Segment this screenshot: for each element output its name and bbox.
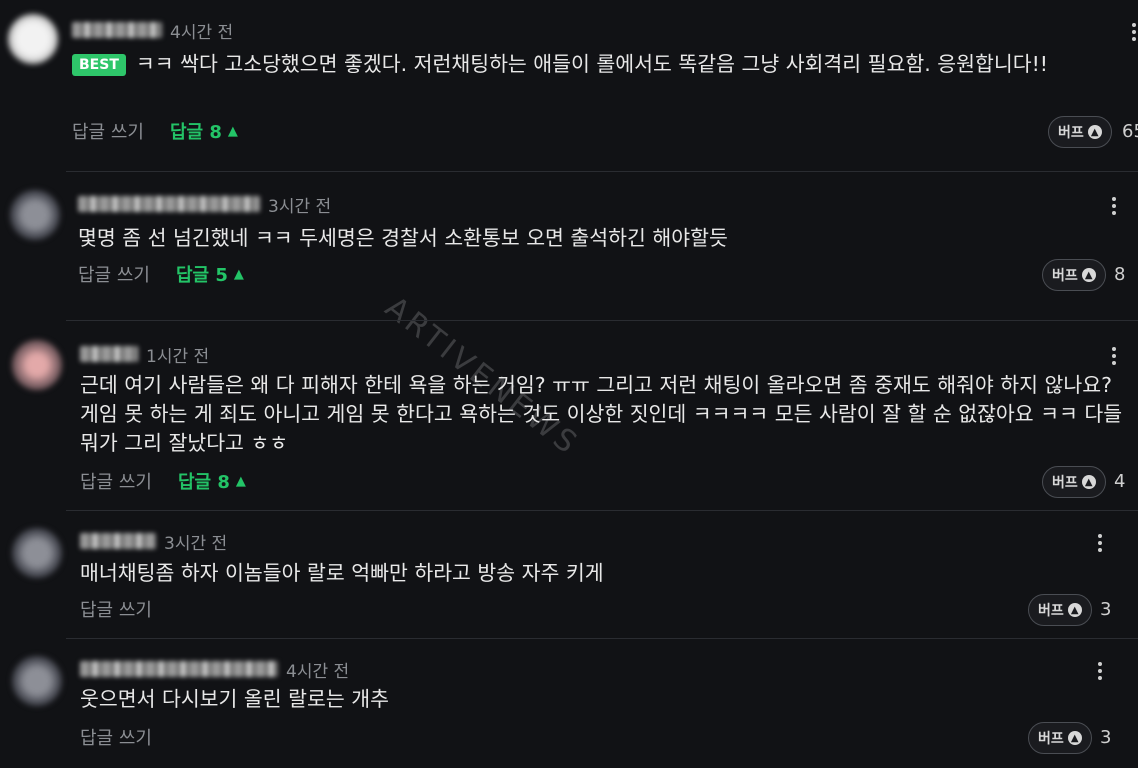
buff-count: 65 (1122, 121, 1138, 142)
comment-actions: 답글 쓰기 답글 8 ▲ (72, 117, 238, 145)
avatar (12, 656, 62, 706)
buff-button[interactable]: 버프 ▲ (1042, 259, 1106, 291)
reply-count-button[interactable]: 답글 8 ▲ (178, 468, 246, 494)
comment-actions: 답글 쓰기 (80, 595, 152, 623)
username[interactable] (80, 346, 138, 362)
buff-count: 3 (1100, 599, 1112, 620)
username[interactable] (80, 533, 156, 549)
avatar (12, 528, 62, 578)
reply-write-button[interactable]: 답글 쓰기 (80, 596, 152, 622)
reply-count-button[interactable]: 답글 8 ▲ (170, 118, 238, 144)
comment-body: BEST ㅋㅋ 싹다 고소당했으면 좋겠다. 저런채팅하는 애들이 롤에서도 똑같… (72, 50, 1138, 79)
buff-button[interactable]: 버프 ▲ (1042, 466, 1106, 498)
comment-meta: 1시간 전 (80, 342, 210, 367)
more-options-icon[interactable] (1104, 344, 1124, 368)
more-options-icon[interactable] (1090, 531, 1110, 555)
comment-actions: 답글 쓰기 답글 5 ▲ (78, 260, 244, 288)
divider (66, 510, 1138, 511)
buff-button[interactable]: 버프 ▲ (1028, 722, 1092, 754)
username[interactable] (72, 22, 162, 38)
comment-meta: 3시간 전 (78, 192, 332, 217)
chevron-up-icon: ▲ (233, 266, 244, 282)
comment-actions: 답글 쓰기 답글 8 ▲ (80, 467, 246, 495)
username[interactable] (80, 661, 278, 677)
buff-button[interactable]: 버프 ▲ (1028, 594, 1092, 626)
comment-text: ㅋㅋ 싹다 고소당했으면 좋겠다. 저런채팅하는 애들이 롤에서도 똑같음 그냥… (135, 52, 1049, 76)
best-badge: BEST (72, 54, 126, 76)
reply-count-button[interactable]: 답글 5 ▲ (176, 261, 244, 287)
reply-write-button[interactable]: 답글 쓰기 (78, 261, 150, 287)
timestamp: 3시간 전 (268, 196, 332, 217)
buff-count: 3 (1100, 727, 1112, 748)
more-options-icon[interactable] (1090, 659, 1110, 683)
chevron-up-icon: ▲ (227, 123, 238, 139)
divider (66, 320, 1138, 321)
arrow-up-icon: ▲ (1067, 731, 1082, 745)
arrow-up-icon: ▲ (1087, 125, 1102, 139)
avatar (8, 14, 58, 64)
timestamp: 4시간 전 (170, 22, 234, 43)
chevron-up-icon: ▲ (235, 473, 246, 489)
comment-meta: 4시간 전 (80, 657, 350, 682)
timestamp: 3시간 전 (164, 533, 228, 554)
buff-count: 4 (1114, 471, 1126, 492)
comment-text: 근데 여기 사람들은 왜 다 피해자 한테 욕을 하는 거임? ㅠㅠ 그리고 저… (80, 373, 1129, 455)
divider (66, 638, 1138, 639)
reply-write-button[interactable]: 답글 쓰기 (72, 118, 144, 144)
more-options-icon[interactable] (1124, 20, 1138, 44)
comment-text: 웃으면서 다시보기 올린 랄로는 개추 (80, 687, 389, 711)
buff-button[interactable]: 버프 ▲ (1048, 116, 1112, 148)
timestamp: 4시간 전 (286, 661, 350, 682)
comment-meta: 4시간 전 (72, 18, 234, 43)
divider (66, 171, 1138, 172)
arrow-up-icon: ▲ (1081, 268, 1096, 282)
avatar (12, 340, 62, 390)
reply-write-button[interactable]: 답글 쓰기 (80, 724, 152, 750)
buff-count: 8 (1114, 264, 1126, 285)
username[interactable] (78, 196, 260, 212)
reply-write-button[interactable]: 답글 쓰기 (80, 468, 152, 494)
more-options-icon[interactable] (1104, 194, 1124, 218)
comment-text: 몇명 좀 선 넘긴했네 ㅋㅋ 두세명은 경찰서 소환통보 오면 출석하긴 해야할… (78, 226, 728, 250)
timestamp: 1시간 전 (146, 346, 210, 367)
comment-text: 매너채팅좀 하자 이놈들아 랄로 억빠만 하라고 방송 자주 키게 (80, 561, 604, 585)
avatar (10, 190, 60, 240)
comment-actions: 답글 쓰기 (80, 723, 152, 751)
arrow-up-icon: ▲ (1081, 475, 1096, 489)
arrow-up-icon: ▲ (1067, 603, 1082, 617)
comment-meta: 3시간 전 (80, 529, 228, 554)
